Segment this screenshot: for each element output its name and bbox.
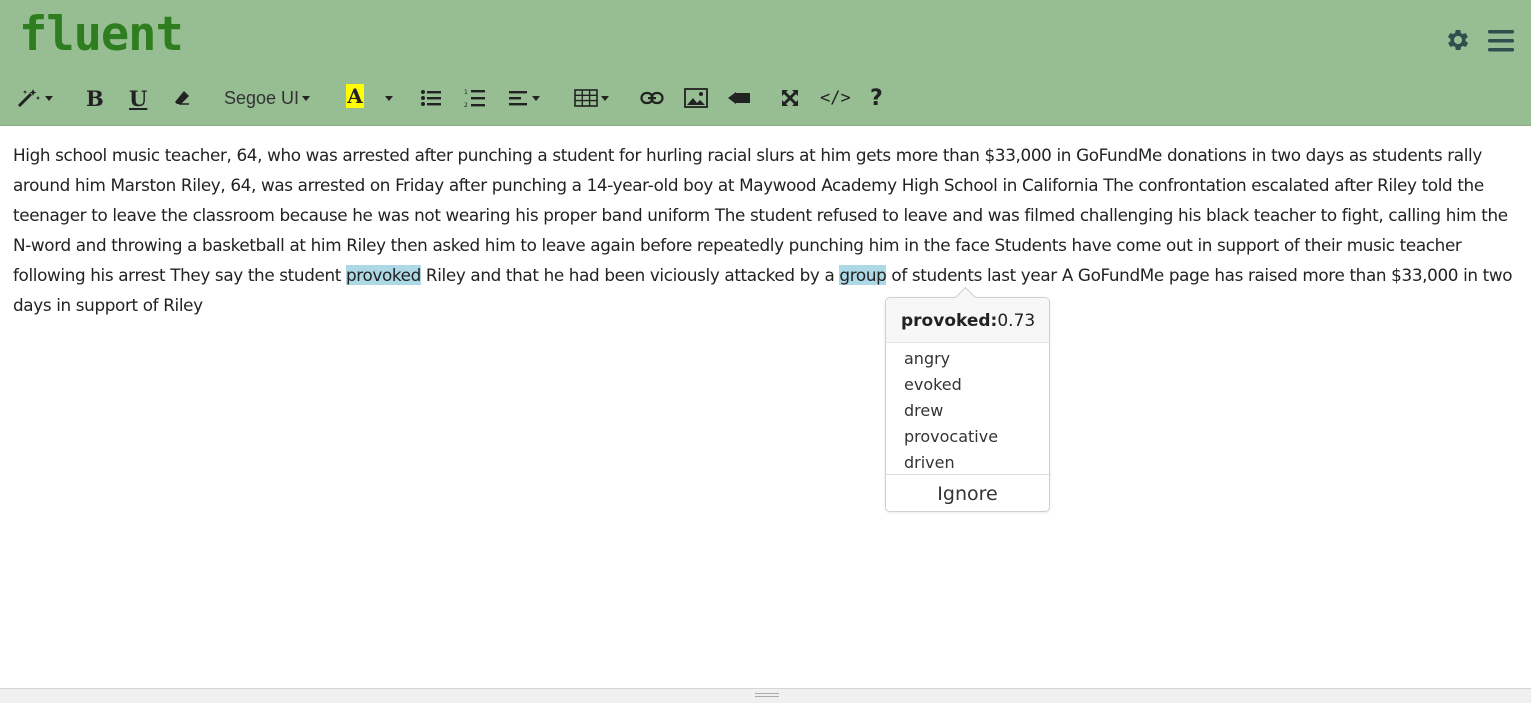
suggestion-popup: provoked:0.73 angry evoked drew provocat…: [885, 286, 1050, 513]
suggestion-item[interactable]: angry: [886, 346, 1049, 372]
status-bar: [0, 688, 1531, 703]
video-button[interactable]: [727, 84, 751, 112]
code-view-button[interactable]: </>: [820, 84, 851, 112]
flagged-word-group[interactable]: group: [839, 265, 887, 285]
suggestion-item[interactable]: evoked: [886, 372, 1049, 398]
image-icon: [684, 88, 708, 108]
clear-format-button[interactable]: [173, 84, 191, 112]
resize-grip-icon[interactable]: [755, 693, 779, 697]
chevron-down-icon: [385, 95, 393, 101]
suggestion-item[interactable]: drew: [886, 398, 1049, 424]
align-dropdown[interactable]: [509, 84, 540, 112]
image-button[interactable]: [684, 84, 708, 112]
popup-score: 0.73: [997, 311, 1036, 331]
flagged-word-provoked[interactable]: provoked: [345, 265, 421, 285]
bullet-list-button[interactable]: [420, 84, 442, 112]
svg-text:2: 2: [464, 102, 468, 108]
svg-text:1: 1: [464, 89, 468, 96]
settings-gear-icon[interactable]: [1444, 26, 1472, 58]
hamburger-menu-icon[interactable]: [1487, 28, 1515, 58]
link-button[interactable]: [640, 84, 664, 112]
editor-text-before: High school music teacher, 64, who was a…: [13, 145, 1508, 285]
bullet-list-icon: [420, 89, 442, 107]
link-icon: [640, 91, 664, 105]
suggestion-list: angry evoked drew provocative driven: [886, 343, 1049, 475]
magic-wand-dropdown[interactable]: [16, 84, 53, 112]
numbered-list-button[interactable]: 12: [464, 84, 486, 112]
align-left-icon: [509, 90, 529, 106]
app-logo: fluent: [19, 7, 184, 62]
font-family-label: Segoe UI: [224, 87, 300, 108]
underline-button[interactable]: U: [129, 84, 147, 112]
text-color-dropdown[interactable]: [382, 84, 393, 112]
editor-content[interactable]: High school music teacher, 64, who was a…: [13, 140, 1523, 320]
bold-button[interactable]: B: [86, 84, 104, 112]
table-icon: [574, 89, 598, 107]
text-color-button[interactable]: A: [346, 84, 364, 108]
font-family-dropdown[interactable]: Segoe UI: [224, 84, 311, 112]
popup-header: provoked:0.73: [886, 298, 1049, 343]
fullscreen-button[interactable]: [780, 84, 800, 112]
header: fluent B U Segoe UI A 12 </> ?: [0, 0, 1531, 126]
eraser-icon: [173, 89, 191, 107]
help-button[interactable]: ?: [870, 84, 883, 112]
video-icon: [727, 91, 751, 105]
editor-text-middle: Riley and that he had been viciously att…: [420, 265, 840, 285]
suggestion-item[interactable]: driven: [886, 450, 1049, 476]
numbered-list-icon: 12: [464, 88, 486, 108]
popup-word: provoked:: [901, 311, 998, 331]
fullscreen-icon: [780, 88, 800, 108]
suggestion-item[interactable]: provocative: [886, 424, 1049, 450]
table-dropdown[interactable]: [574, 84, 609, 112]
magic-wand-icon: [16, 87, 42, 109]
ignore-button[interactable]: Ignore: [886, 475, 1049, 513]
